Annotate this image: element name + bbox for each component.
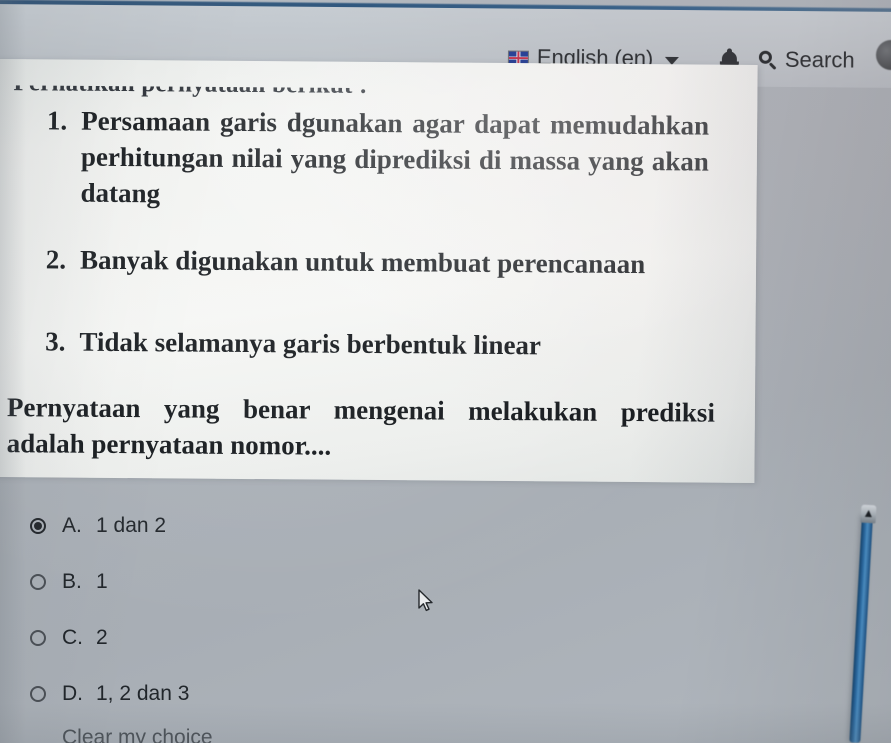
option-letter-b: B.: [62, 570, 82, 593]
question-statement-3: 3. Tidak selamanya garis berbentuk linea…: [33, 324, 707, 365]
answer-options-list: A. 1 dan 2 B. 1 C. 2 D. 1, 2 dan 3: [0, 498, 891, 722]
option-letter-d: D.: [62, 682, 83, 705]
option-letter-c: C.: [62, 626, 83, 649]
radio-button-b[interactable]: [30, 574, 46, 590]
chevron-down-icon: [665, 56, 680, 65]
question-statement-1: 1. Persamaan garis dgunakan agar dapat m…: [34, 103, 709, 216]
answer-option-d[interactable]: D. 1, 2 dan 3: [0, 666, 891, 722]
statement-text: Persamaan garis dgunakan agar dapat memu…: [80, 105, 710, 209]
question-image: Perhatikan pernyataan berikut ! 1. Persa…: [0, 59, 758, 483]
statement-number: 1.: [46, 105, 68, 136]
option-text-b: 1: [96, 570, 108, 593]
clear-my-choice-link[interactable]: Clear my choice: [62, 726, 213, 743]
answer-option-c[interactable]: C. 2: [0, 610, 891, 666]
statement-text: Banyak digunakan untuk membuat perencana…: [79, 244, 646, 280]
question-statement-2: 2. Banyak digunakan untuk membuat perenc…: [34, 242, 708, 283]
question-closing-text: Pernyataan yang benar mengenai melakukan…: [6, 392, 716, 462]
option-letter-a: A.: [62, 514, 82, 537]
statement-text: Tidak selamanya garis berbentuk linear: [79, 326, 542, 361]
radio-button-a[interactable]: [30, 518, 46, 534]
statement-number: 3.: [45, 326, 66, 357]
radio-button-d[interactable]: [30, 686, 46, 702]
question-intro-text: Perhatikan pernyataan berikut !: [13, 69, 368, 99]
mouse-cursor: [418, 589, 435, 613]
pen-tip: [860, 504, 877, 524]
statement-number: 2.: [45, 244, 67, 275]
quiz-screen-photo: English (en) Search Perhatikan pernyataa…: [0, 0, 891, 743]
answer-option-b[interactable]: B. 1: [0, 554, 891, 610]
option-text-d: 1, 2 dan 3: [96, 682, 190, 705]
option-text-a: 1 dan 2: [96, 514, 167, 537]
search-label: Search: [784, 46, 855, 73]
answer-option-a[interactable]: A. 1 dan 2: [0, 498, 891, 554]
search-button[interactable]: Search: [758, 47, 855, 74]
option-text-c: 2: [96, 626, 108, 649]
search-icon: [758, 49, 778, 70]
radio-button-c[interactable]: [30, 630, 46, 646]
